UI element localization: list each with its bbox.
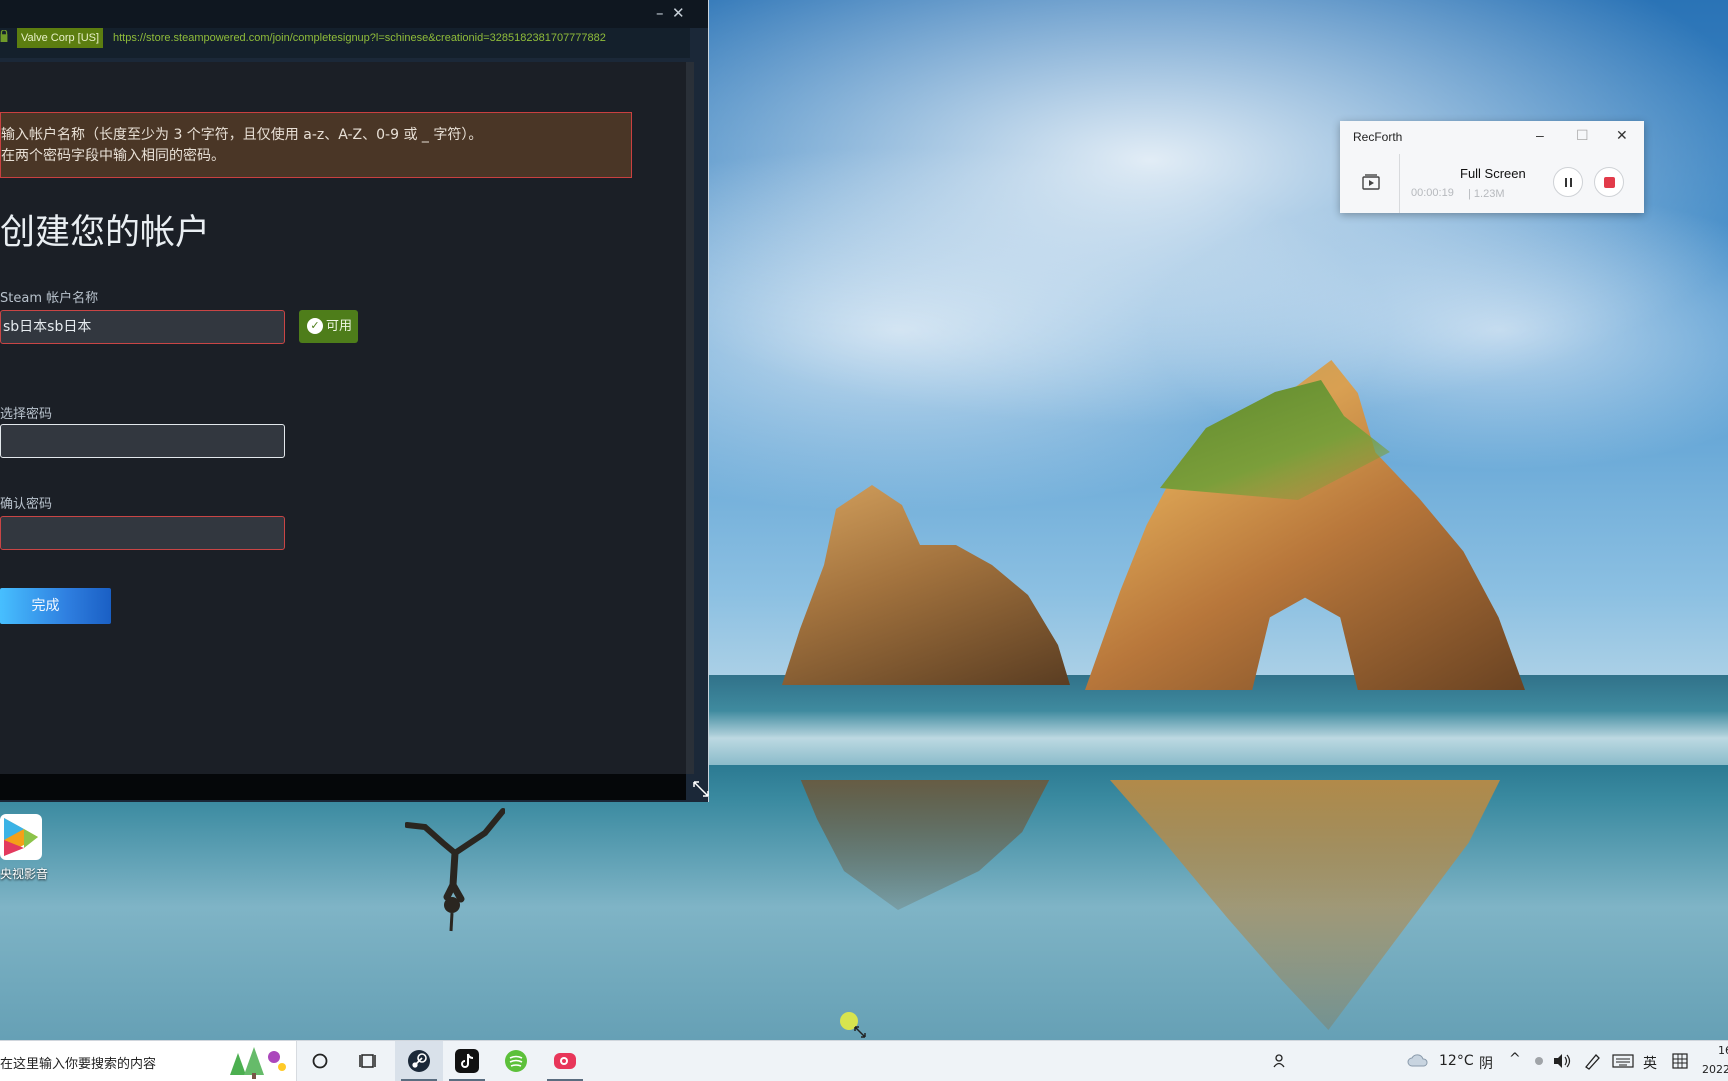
recforth-widget: RecForth – ☐ ✕ Full Screen 00:00:19 | 1.…	[1340, 121, 1644, 213]
ime-grid-icon[interactable]	[1672, 1053, 1688, 1069]
recforth-title: RecForth	[1353, 130, 1403, 144]
recforth-icon	[554, 1053, 576, 1069]
resize-grip-icon[interactable]	[692, 780, 710, 798]
clock-date[interactable]: 2022	[1702, 1063, 1728, 1076]
resize-cursor-icon	[854, 1026, 866, 1038]
green-app-icon	[505, 1050, 527, 1072]
taskbar-search-box[interactable]: 在这里输入你要搜索的内容	[0, 1041, 297, 1081]
recforth-divider	[1399, 154, 1400, 213]
password-label: 选择密码	[0, 407, 53, 422]
recording-tray-icon[interactable]	[1533, 1055, 1545, 1067]
pause-button[interactable]	[1553, 167, 1583, 197]
error-message-box: 输入帐户名称（长度至少为 3 个字符，且仅使用 a-z、A-Z、0-9 或 _ …	[0, 112, 632, 178]
weather-temperature[interactable]: 12°C	[1439, 1053, 1474, 1069]
clock-time[interactable]: 16	[1718, 1044, 1728, 1057]
availability-label: 可用	[326, 319, 353, 334]
password-input[interactable]	[0, 424, 285, 458]
page-scrollbar[interactable]	[686, 62, 694, 774]
close-button[interactable]: ✕	[672, 4, 685, 22]
availability-badge: ✓ 可用	[299, 310, 358, 343]
tiktok-taskbar-button[interactable]	[443, 1041, 491, 1081]
people-icon[interactable]	[1272, 1053, 1288, 1069]
search-placeholder: 在这里输入你要搜索的内容	[0, 1057, 157, 1072]
error-message-password: 在两个密码字段中输入相同的密码。	[1, 148, 225, 164]
video-player-icon[interactable]	[0, 814, 42, 860]
recording-elapsed: 00:00:19	[1411, 187, 1454, 199]
cortana-button[interactable]	[296, 1041, 344, 1081]
desktop-icon-label: 央视影音	[0, 867, 49, 881]
tiktok-icon	[455, 1049, 479, 1073]
steam-icon	[408, 1050, 430, 1072]
recforth-minimize-button[interactable]: –	[1536, 127, 1544, 143]
recforth-close-button[interactable]: ✕	[1616, 127, 1628, 144]
steam-taskbar-button[interactable]	[395, 1041, 443, 1081]
confirm-password-input[interactable]	[0, 516, 285, 550]
recordings-folder-icon[interactable]	[1362, 174, 1380, 190]
recording-mode: Full Screen	[1460, 166, 1526, 181]
taskbar: 在这里输入你要搜索的内容 12°C 阴 ^ 英 1 2022	[0, 1040, 1728, 1081]
weather-description[interactable]: 阴	[1479, 1053, 1493, 1073]
task-view-button[interactable]	[344, 1041, 392, 1081]
search-highlight-art-icon	[230, 1047, 286, 1079]
minimize-button[interactable]: –	[656, 4, 664, 22]
sea-stack-left	[782, 485, 1070, 685]
account-name-label: Steam 帐户名称	[0, 291, 99, 306]
handstand-figure	[405, 808, 505, 932]
account-name-input[interactable]: sb日本sb日本	[0, 310, 285, 344]
stop-button[interactable]	[1594, 167, 1624, 197]
recforth-maximize-button[interactable]: ☐	[1576, 127, 1589, 144]
page-title: 创建您的帐户	[0, 213, 211, 253]
cloud-icon	[1407, 1054, 1428, 1067]
chevron-up-icon[interactable]: ^	[1509, 1051, 1521, 1067]
error-message-account: 输入帐户名称（长度至少为 3 个字符，且仅使用 a-z、A-Z、0-9 或 _ …	[1, 127, 483, 143]
cortana-icon	[312, 1053, 328, 1069]
reflection-right	[1110, 780, 1500, 1030]
keyboard-icon[interactable]	[1612, 1054, 1634, 1068]
volume-icon[interactable]	[1553, 1053, 1571, 1069]
finish-button[interactable]: 完成	[0, 588, 111, 624]
certificate-badge[interactable]: Valve Corp [US]	[17, 28, 104, 48]
pen-icon[interactable]	[1583, 1052, 1601, 1070]
window-titlebar: – ✕	[0, 0, 708, 28]
steam-browser-window: – ✕ Valve Corp [US] https://store.steamp…	[0, 0, 709, 802]
green-app-taskbar-button[interactable]	[492, 1041, 540, 1081]
confirm-password-label: 确认密码	[0, 497, 53, 512]
reflection-left	[800, 780, 1050, 910]
ime-language-indicator[interactable]: 英	[1643, 1053, 1657, 1073]
recforth-taskbar-button[interactable]	[541, 1041, 589, 1081]
recording-size: | 1.23M	[1468, 188, 1505, 200]
check-icon: ✓	[307, 318, 323, 334]
page-url[interactable]: https://store.steampowered.com/join/comp…	[113, 31, 606, 45]
task-view-icon	[359, 1054, 376, 1068]
window-bottom-strip	[0, 774, 686, 800]
lock-icon	[0, 30, 8, 42]
